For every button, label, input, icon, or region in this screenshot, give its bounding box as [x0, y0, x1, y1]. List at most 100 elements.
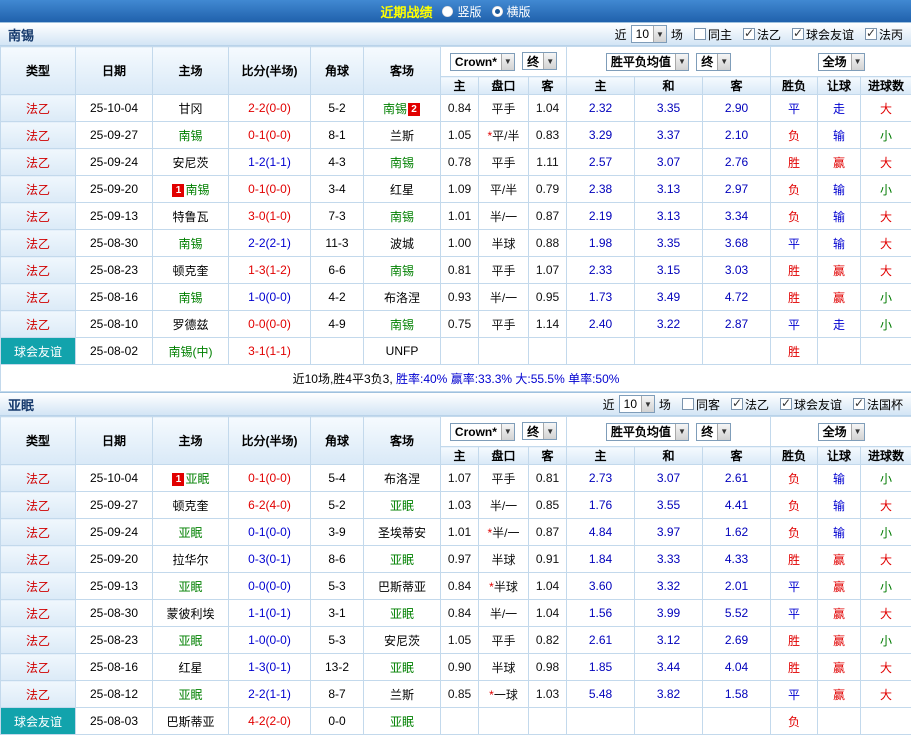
same-venue-filter[interactable]: 同主	[693, 26, 732, 43]
match-type: 法乙	[0, 256, 76, 284]
corners: 5-3	[310, 626, 364, 654]
corners: 11-3	[310, 229, 364, 257]
handicap-result-cell: 输	[817, 202, 862, 230]
league-checkbox[interactable]	[730, 396, 743, 410]
wdl-avg-select[interactable]: 胜平负均值 ▼	[605, 52, 689, 71]
handicap-result-cell	[817, 707, 862, 735]
result-cell: 平	[770, 229, 819, 257]
final-odds-select-2[interactable]: 终 ▼	[696, 422, 732, 441]
eu-draw-odds: 3.32	[634, 572, 704, 600]
chevron-down-icon: ▼	[717, 53, 731, 70]
home-team: 南锡	[152, 121, 229, 149]
match-type: 法乙	[0, 148, 76, 176]
match-score: 0-3(0-1)	[228, 545, 311, 573]
ah-home-odds: 0.84	[440, 599, 479, 627]
match-date: 25-08-12	[75, 680, 153, 708]
handicap-result-cell: 输	[817, 464, 862, 492]
league-filter-1[interactable]: 法乙	[730, 396, 769, 413]
home-team: 亚眠	[152, 626, 229, 654]
team-label: 亚眠	[185, 471, 210, 486]
team-label: 南锡	[389, 155, 414, 170]
league-filter-2[interactable]: 球会友谊	[791, 26, 854, 43]
goals-result-cell: 小	[860, 310, 911, 338]
recent-count-select[interactable]: 10 ▼	[618, 395, 655, 413]
match-score: 1-0(0-0)	[228, 626, 311, 654]
scope-select[interactable]: 全场 ▼	[817, 422, 865, 441]
ah-away-odds: 1.07	[527, 256, 568, 284]
final-odds-select-2[interactable]: 终 ▼	[696, 52, 732, 71]
ah-handicap: 半/一	[478, 202, 529, 230]
bookmaker-select[interactable]: Crown* ▼	[449, 52, 515, 71]
league-filter-3[interactable]: 法国杯	[852, 396, 903, 413]
team-label: 巴斯蒂亚	[166, 714, 215, 729]
scope-select[interactable]: 全场 ▼	[817, 52, 865, 71]
layout-vertical-label: 竖版	[457, 4, 482, 19]
recent-suffix-label: 场	[670, 27, 683, 42]
match-score: 0-0(0-0)	[228, 572, 311, 600]
team-label: 波城	[389, 236, 414, 251]
col-away: 客场	[363, 416, 441, 465]
home-team: 拉华尔	[152, 545, 229, 573]
radio-vertical-icon[interactable]	[442, 5, 454, 17]
team-label: 罗德兹	[172, 317, 209, 332]
team-label: 布洛涅	[383, 290, 420, 305]
team-label: 安尼茨	[172, 155, 209, 170]
team-label: 亚眠	[178, 525, 203, 540]
radio-horizontal-icon[interactable]	[491, 5, 503, 17]
eu-draw-odds: 3.33	[634, 545, 704, 573]
same-venue-filter[interactable]: 同客	[681, 396, 720, 413]
away-team: 兰斯	[363, 121, 441, 149]
recent-count-select[interactable]: 10 ▼	[630, 25, 667, 43]
league-checkbox[interactable]	[742, 26, 755, 40]
league-checkbox[interactable]	[864, 26, 877, 40]
summary-part: 赢率:33.3%	[450, 371, 516, 386]
team-label: 布洛涅	[383, 471, 420, 486]
ah-home-odds: 0.78	[440, 148, 479, 176]
away-team: 亚眠	[363, 491, 441, 519]
away-team: 亚眠	[363, 545, 441, 573]
col-goals: 进球数	[860, 446, 911, 465]
ah-handicap: 半球	[478, 653, 529, 681]
league-checkbox[interactable]	[852, 396, 865, 410]
ah-away-odds: 0.82	[527, 626, 568, 654]
match-type: 球会友谊	[0, 337, 76, 365]
team-label: 南锡	[185, 182, 210, 197]
match-date: 25-10-04	[75, 94, 153, 122]
wdl-avg-select[interactable]: 胜平负均值 ▼	[605, 422, 689, 441]
handicap-result-cell: 赢	[817, 680, 862, 708]
match-row: 法乙 25-09-27 顿克奎 6-2(4-0) 5-2 亚眠 1.03 半/一 0.85 1.7…	[0, 491, 911, 519]
match-row: 法乙 25-08-16 红星 1-3(0-1) 13-2 亚眠 0.90 半球 0.98 1.85…	[0, 653, 911, 681]
same-venue-checkbox[interactable]	[681, 398, 694, 410]
summary-part: 近10场,胜4平3负3,	[292, 371, 396, 386]
goals-result-cell: 小	[860, 572, 911, 600]
summary-row: 近10场,胜4平3负3, 胜率:40% 赢率:33.3% 大:55.5% 单率:…	[0, 364, 911, 392]
same-venue-checkbox[interactable]	[693, 28, 706, 40]
ah-handicap: 半/一	[478, 283, 529, 311]
league-filter-2[interactable]: 球会友谊	[779, 396, 842, 413]
topbar: 近期战绩 竖版 横版	[0, 0, 911, 22]
away-team: 安尼茨	[363, 626, 441, 654]
league-checkbox[interactable]	[779, 396, 792, 410]
match-type: 法乙	[0, 229, 76, 257]
corners: 3-9	[310, 518, 364, 546]
league-label: 法丙	[878, 27, 903, 42]
layout-vertical-option[interactable]: 竖版	[442, 3, 482, 20]
eu-home-odds: 2.38	[566, 175, 636, 203]
away-team: 南锡 2	[363, 94, 441, 122]
final-odds-select[interactable]: 终 ▼	[522, 422, 558, 441]
ah-home-odds	[440, 707, 479, 735]
goals-result-cell	[860, 337, 911, 365]
league-checkbox[interactable]	[791, 26, 804, 40]
chevron-down-icon: ▼	[641, 396, 654, 412]
league-filter-1[interactable]: 法乙	[742, 26, 781, 43]
match-row: 法乙 25-08-10 罗德兹 0-0(0-0) 4-9 南锡 0.75 平手 1.14 2.40…	[0, 310, 911, 338]
team-label: 南锡	[178, 236, 203, 251]
final-odds-select[interactable]: 终 ▼	[522, 52, 558, 71]
match-date: 25-09-13	[75, 572, 153, 600]
layout-horizontal-option[interactable]: 横版	[491, 3, 531, 20]
match-date: 25-08-23	[75, 626, 153, 654]
bookmaker-select[interactable]: Crown* ▼	[449, 422, 515, 441]
league-filter-3[interactable]: 法丙	[864, 26, 903, 43]
ah-handicap	[478, 337, 529, 365]
home-team: 红星	[152, 653, 229, 681]
